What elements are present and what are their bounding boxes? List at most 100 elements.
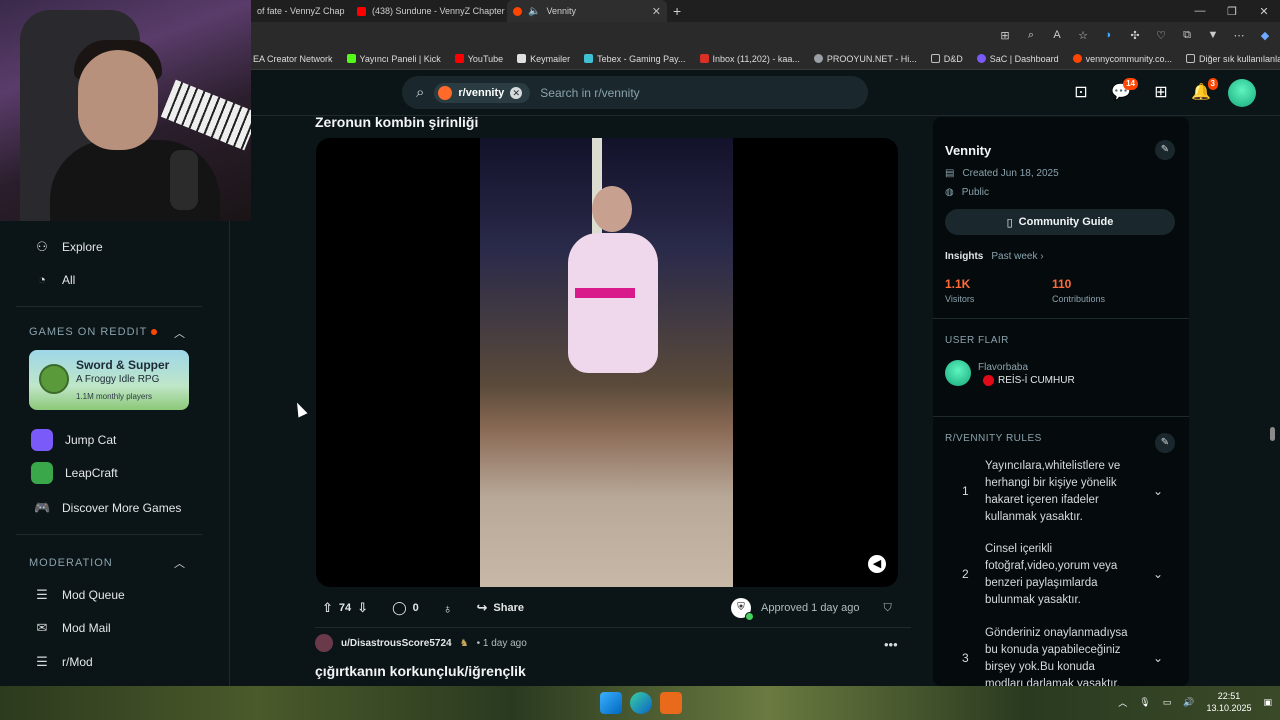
search-input[interactable]: Search in r/vennity bbox=[540, 86, 639, 100]
rule-item[interactable]: 1 Yayıncılara,whitelistlere ve herhangi … bbox=[945, 458, 1175, 528]
network-icon[interactable]: ▭ bbox=[1163, 697, 1172, 708]
created-date: ▤ Created Jun 18, 2025 bbox=[945, 168, 1059, 179]
bookmark[interactable]: SaC | Dashboard bbox=[976, 54, 1059, 64]
edit-icon[interactable]: ✎ bbox=[1155, 140, 1175, 160]
vote-group: ⇧ 74 ⇩ bbox=[316, 596, 374, 620]
post-title[interactable]: Zeronun kombin şirinliği bbox=[315, 114, 478, 130]
speaker-icon[interactable]: 🔈 bbox=[528, 6, 540, 17]
divider bbox=[16, 306, 202, 307]
bookmark[interactable]: Tebex - Gaming Pay... bbox=[584, 54, 686, 64]
zoom-icon[interactable]: ⌕ bbox=[1024, 29, 1038, 42]
bookmark[interactable]: PROOYUN.NET - Hi... bbox=[813, 54, 917, 64]
discover-games[interactable]: 🎮 Discover More Games bbox=[34, 500, 181, 516]
new-tab-button[interactable]: + bbox=[667, 0, 687, 22]
chevron-up-icon[interactable]: ︿ bbox=[174, 555, 185, 571]
edit-icon[interactable]: ✎ bbox=[1155, 433, 1175, 453]
webcam-overlay bbox=[0, 0, 251, 221]
nav-mod-mail[interactable]: ✉ Mod Mail bbox=[34, 620, 111, 636]
extension-icon[interactable]: ◗ bbox=[1102, 29, 1116, 41]
browser-essentials-icon[interactable]: ♡ bbox=[1154, 29, 1168, 42]
maximize-button[interactable]: ❐ bbox=[1216, 5, 1248, 18]
clock[interactable]: 22:51 13.10.2025 bbox=[1206, 690, 1251, 714]
browser-tab[interactable]: (438) Sundune - VennyZ Chapter ✕ bbox=[351, 0, 507, 22]
app-icon[interactable] bbox=[660, 692, 682, 714]
award-button[interactable]: ♁ bbox=[437, 597, 459, 620]
vpn-icon[interactable]: ▼ bbox=[1206, 29, 1220, 41]
bookmark-folder[interactable]: D&D bbox=[930, 54, 963, 64]
clear-icon[interactable]: ✕ bbox=[510, 86, 523, 99]
chevron-up-icon[interactable]: ︿ bbox=[1118, 696, 1127, 709]
browser-tab[interactable]: of fate - VennyZ Chap ✕ bbox=[251, 0, 351, 22]
app-icon[interactable]: ⊞ bbox=[998, 29, 1012, 42]
subreddit-chip[interactable]: r/vennity ✕ bbox=[434, 82, 531, 103]
featured-game-card[interactable]: Sword & Supper A Froggy Idle RPG 1.1M mo… bbox=[29, 350, 189, 410]
video-player[interactable]: ◀ bbox=[316, 138, 898, 587]
more-options-icon[interactable]: ••• bbox=[884, 637, 898, 652]
edge-icon[interactable] bbox=[630, 692, 652, 714]
game-jump-cat[interactable]: Jump Cat bbox=[31, 429, 116, 451]
search-bar[interactable]: ⌕ r/vennity ✕ Search in r/vennity bbox=[402, 76, 868, 109]
more-menu-icon[interactable]: ⋯ bbox=[1232, 29, 1246, 42]
avatar[interactable] bbox=[315, 634, 333, 652]
notification-icon[interactable]: 🔔 3 bbox=[1188, 78, 1218, 106]
avatar[interactable] bbox=[1228, 79, 1256, 107]
read-aloud-icon[interactable]: A bbox=[1050, 29, 1064, 41]
nav-mod-queue[interactable]: ☰ Mod Queue bbox=[34, 587, 125, 603]
mod-actions-icon[interactable]: ⛉ bbox=[883, 602, 891, 615]
main-feed: Zeronun kombin şirinliği ◀ ⇧ 74 ⇩ ◯ 0 ♁ … bbox=[251, 114, 921, 686]
browser-tab-active[interactable]: 🔈 Vennity ✕ bbox=[507, 0, 667, 22]
chevron-down-icon[interactable]: ⌄ bbox=[1153, 651, 1163, 665]
favorite-star-icon[interactable]: ☆ bbox=[1076, 29, 1090, 42]
mod-shield-icon[interactable]: ⛨ bbox=[731, 598, 754, 621]
chat-icon[interactable]: 💬 14 bbox=[1108, 78, 1138, 106]
moderation-section-header[interactable]: MODERATION bbox=[29, 557, 113, 569]
avatar[interactable] bbox=[945, 360, 971, 386]
nav-explore[interactable]: ⚇ Explore bbox=[34, 239, 103, 255]
insights-header[interactable]: Insights Past week › bbox=[945, 251, 1044, 262]
games-section-header[interactable]: GAMES ON REDDIT bbox=[29, 326, 158, 338]
bookmark[interactable]: YouTube bbox=[454, 54, 503, 64]
post-meta: u/DisastrousScore5724 ♞ • 1 day ago bbox=[315, 634, 527, 652]
comments-button[interactable]: ◯ 0 bbox=[386, 596, 425, 620]
windows-start-icon[interactable] bbox=[600, 692, 622, 714]
extensions-puzzle-icon[interactable]: ✣ bbox=[1128, 29, 1142, 42]
community-sidebar: Vennity ✎ ▤ Created Jun 18, 2025 ◍ Public … bbox=[933, 117, 1189, 686]
copilot-icon[interactable]: ◆ bbox=[1258, 29, 1272, 42]
chevron-down-icon[interactable]: ⌄ bbox=[1153, 567, 1163, 581]
post-title[interactable]: çığırtkanın korkunçluk/iğrençlik bbox=[315, 663, 526, 679]
rule-item[interactable]: 2 Cinsel içerikli fotoğraf,video,yorum v… bbox=[945, 541, 1175, 611]
collections-icon[interactable]: ⧉ bbox=[1180, 29, 1194, 42]
kick-icon bbox=[346, 54, 356, 63]
microphone-icon[interactable]: 🎙 bbox=[1139, 697, 1150, 708]
create-post-icon[interactable]: ⊞ bbox=[1148, 80, 1174, 106]
advertise-icon[interactable]: ⊡ bbox=[1068, 80, 1094, 106]
upvote-icon[interactable]: ⇧ bbox=[322, 600, 333, 616]
game-leapcraft[interactable]: LeapCraft bbox=[31, 462, 118, 484]
nav-r-mod[interactable]: ☰ r/Mod bbox=[34, 654, 93, 670]
rule-item[interactable]: 3 Gönderiniz onaylanmadıysa bu konuda ya… bbox=[945, 625, 1175, 686]
other-bookmarks[interactable]: Diğer sık kullanılanlar bbox=[1186, 54, 1280, 64]
page-scrollbar[interactable] bbox=[1267, 117, 1277, 686]
downvote-icon[interactable]: ⇩ bbox=[357, 600, 368, 616]
close-icon[interactable]: ✕ bbox=[652, 5, 661, 18]
chevron-down-icon[interactable]: ⌄ bbox=[1153, 484, 1163, 498]
post-author[interactable]: u/DisastrousScore5724 bbox=[341, 638, 452, 649]
minimize-button[interactable]: — bbox=[1184, 5, 1216, 17]
volume-icon[interactable]: ◀ bbox=[868, 555, 886, 573]
chevron-up-icon[interactable]: ︿ bbox=[174, 325, 185, 341]
notifications-icon[interactable]: ▣ bbox=[1263, 697, 1272, 708]
nav-all[interactable]: ◔ All bbox=[34, 272, 75, 288]
bookmark[interactable]: Yayıncı Paneli | Kick bbox=[346, 54, 441, 64]
window-controls: — ❐ ✕ bbox=[1184, 0, 1280, 22]
bookmark[interactable]: vennycommunity.co... bbox=[1072, 54, 1172, 64]
volume-icon[interactable]: 🔊 bbox=[1183, 697, 1194, 708]
youtube-icon bbox=[357, 6, 366, 16]
visitors-stat: 1.1K Visitors bbox=[945, 277, 975, 304]
share-icon: ↪ bbox=[476, 600, 488, 615]
bookmark[interactable]: Keymailer bbox=[517, 54, 570, 64]
bookmark[interactable]: Inbox (11,202) - kaa... bbox=[699, 54, 800, 64]
bookmark[interactable]: EA Creator Network bbox=[253, 54, 333, 64]
share-button[interactable]: ↪ Share bbox=[471, 596, 530, 620]
community-guide-button[interactable]: ▯ Community Guide bbox=[945, 209, 1175, 235]
close-window-button[interactable]: ✕ bbox=[1248, 5, 1280, 18]
